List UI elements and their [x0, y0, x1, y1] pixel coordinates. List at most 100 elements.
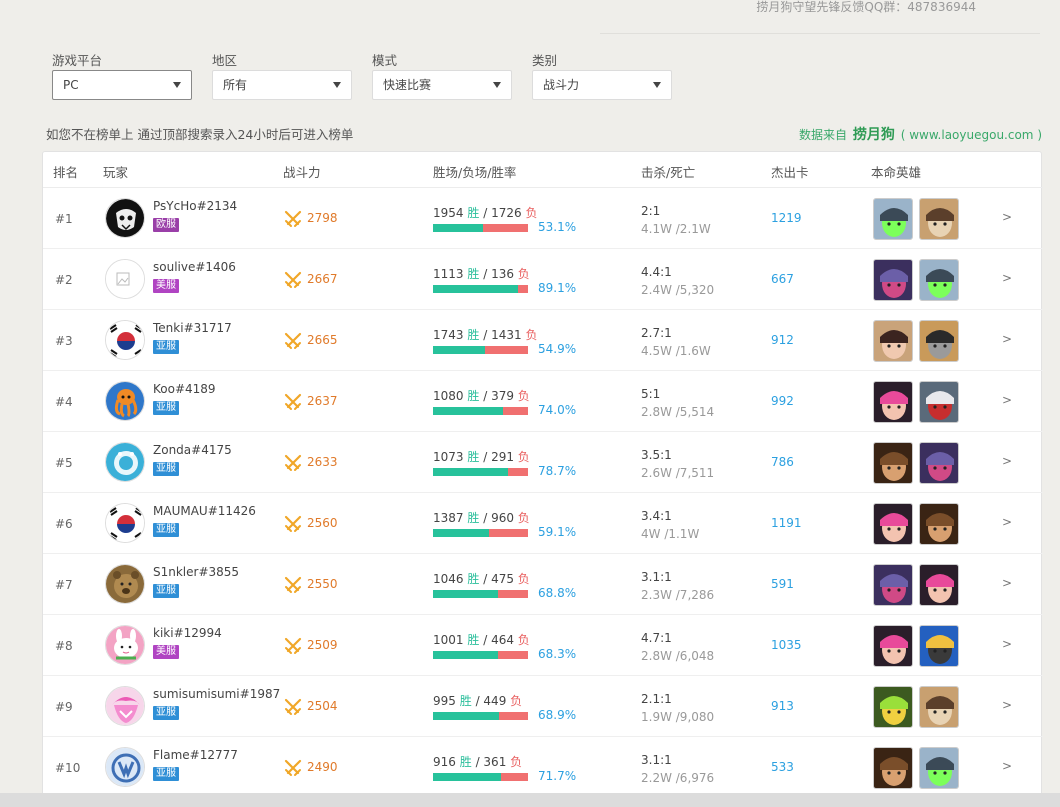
highlight-cards: 912: [771, 333, 794, 347]
table-row[interactable]: #5 Zonda#4175 亚服 2633 1073 胜 / 291 负 78.7% 3.5…: [43, 432, 1043, 493]
laoyuegou-logo: 捞月狗: [852, 127, 895, 143]
wins-count: 1743: [433, 328, 464, 342]
genji-hero-icon[interactable]: [873, 198, 913, 240]
player-name[interactable]: Koo#4189: [153, 382, 216, 396]
win-rate: 68.8%: [538, 586, 577, 600]
win-label: 胜: [459, 694, 472, 708]
table-row[interactable]: #7 S1nkler#3855 亚服 2550 1046 胜 / 475 负 68.8% 3…: [43, 554, 1043, 615]
category-select[interactable]: 战斗力: [532, 70, 672, 100]
crossed-swords-icon: [283, 392, 303, 412]
chevron-right-icon[interactable]: >: [1002, 210, 1012, 224]
filter-mode-label: 模式: [372, 53, 398, 68]
player-name[interactable]: PsYcHo#2134: [153, 199, 237, 213]
player-avatar[interactable]: [105, 381, 145, 421]
table-header: 排名 玩家 战斗力 胜场/负场/胜率 击杀/死亡 杰出卡 本命英雄: [43, 152, 1043, 188]
wins-count: 1001: [433, 633, 464, 647]
soldier76-hero-icon[interactable]: [919, 381, 959, 423]
genji-hero-icon[interactable]: [919, 747, 959, 789]
data-source-url[interactable]: ( www.laoyuegou.com ): [901, 128, 1042, 142]
win-rate-bar: [433, 407, 528, 415]
horizontal-scrollbar[interactable]: [0, 793, 1060, 807]
col-power: 战斗力: [283, 165, 321, 180]
table-row[interactable]: #2 soulive#1406 美服 2667 1113 胜 / 136 负 89.1% 4…: [43, 249, 1043, 310]
zarya-hero-icon[interactable]: [919, 564, 959, 606]
chevron-right-icon[interactable]: >: [1002, 515, 1012, 529]
filter-category-label: 类别: [532, 53, 558, 68]
chevron-right-icon[interactable]: >: [1002, 332, 1012, 346]
ranking-notice: 如您不在榜单上 通过顶部搜索录入24小时后可进入榜单: [46, 127, 354, 142]
mccree-hero-icon[interactable]: [919, 503, 959, 545]
wins-count: 1954: [433, 206, 464, 220]
junkrat-hero-icon[interactable]: [919, 320, 959, 362]
mode-select[interactable]: 快速比赛: [372, 70, 512, 100]
highlight-cards: 533: [771, 760, 794, 774]
player-avatar[interactable]: [105, 686, 145, 726]
data-source[interactable]: 数据来自 捞月狗 ( www.laoyuegou.com ): [799, 124, 1042, 144]
loss-label: 负: [517, 572, 530, 586]
player-name[interactable]: sumisumisumi#1987: [153, 687, 280, 701]
pharah-hero-icon[interactable]: [919, 625, 959, 667]
chevron-right-icon[interactable]: >: [1002, 393, 1012, 407]
dva-hero-icon[interactable]: [873, 320, 913, 362]
chevron-right-icon[interactable]: >: [1002, 454, 1012, 468]
zarya-hero-icon[interactable]: [873, 381, 913, 423]
platform-select[interactable]: PC: [52, 70, 192, 100]
player-avatar[interactable]: [105, 320, 145, 360]
lucio-hero-icon[interactable]: [873, 686, 913, 728]
highlight-cards: 1191: [771, 516, 802, 530]
widowmaker-hero-icon[interactable]: [873, 564, 913, 606]
main-heroes: [873, 442, 963, 484]
combat-power-value: 2637: [307, 394, 338, 408]
win-rate: 68.9%: [538, 708, 577, 722]
chevron-right-icon[interactable]: >: [1002, 576, 1012, 590]
player-avatar[interactable]: [105, 442, 145, 482]
mccree-hero-icon[interactable]: [873, 747, 913, 789]
widowmaker-hero-icon[interactable]: [873, 259, 913, 301]
chevron-right-icon[interactable]: >: [1002, 759, 1012, 773]
table-row[interactable]: #10 Flame#12777 亚服 2490 916 胜 / 361 负 71.7% 3.…: [43, 737, 1043, 798]
table-row[interactable]: #3 Tenki#31717 亚服 2665 1743 胜 / 1431 负 54.9% 2…: [43, 310, 1043, 371]
player-name[interactable]: S1nkler#3855: [153, 565, 239, 579]
kd-detail: 4W /1.1W: [641, 527, 700, 541]
player-avatar[interactable]: [105, 625, 145, 665]
zarya-hero-icon[interactable]: [873, 625, 913, 667]
player-name[interactable]: Tenki#31717: [153, 321, 232, 335]
table-row[interactable]: #6 MAUMAU#11426 亚服 2560 1387 胜 / 960 负 59.1% 3…: [43, 493, 1043, 554]
zarya-hero-icon[interactable]: [873, 503, 913, 545]
table-row[interactable]: #9 sumisumisumi#1987 亚服 2504 995 胜 / 449 负 68…: [43, 676, 1043, 737]
roadhog-hero-icon[interactable]: [919, 686, 959, 728]
player-avatar[interactable]: [105, 503, 145, 543]
kd-ratio: 3.1:1: [641, 753, 672, 767]
genji-hero-icon[interactable]: [919, 259, 959, 301]
player-name[interactable]: Zonda#4175: [153, 443, 232, 457]
chevron-right-icon[interactable]: >: [1002, 271, 1012, 285]
player-name[interactable]: soulive#1406: [153, 260, 236, 274]
player-avatar[interactable]: [105, 564, 145, 604]
table-row[interactable]: #4 Koo#4189 亚服 2637 1080 胜 / 379 负 74.0% 5:1 2.…: [43, 371, 1043, 432]
player-name[interactable]: kiki#12994: [153, 626, 222, 640]
loss-label: 负: [510, 755, 523, 769]
widowmaker-hero-icon[interactable]: [919, 442, 959, 484]
win-loss: 1743 胜 / 1431 负: [433, 328, 538, 342]
col-kd: 击杀/死亡: [641, 165, 696, 180]
chevron-right-icon[interactable]: >: [1002, 637, 1012, 651]
table-row[interactable]: #8 kiki#12994 美服 2509 1001 胜 / 464 负 68.3% 4.7…: [43, 615, 1043, 676]
notice-row: 如您不在榜单上 通过顶部搜索录入24小时后可进入榜单 数据来自 捞月狗 ( ww…: [46, 124, 1042, 144]
player-avatar[interactable]: [105, 747, 145, 787]
mccree-hero-icon[interactable]: [873, 442, 913, 484]
caret-down-icon: [333, 82, 341, 88]
region-select[interactable]: 所有: [212, 70, 352, 100]
chevron-right-icon[interactable]: >: [1002, 698, 1012, 712]
player-avatar[interactable]: [105, 259, 145, 299]
roadhog-hero-icon[interactable]: [919, 198, 959, 240]
player-name[interactable]: Flame#12777: [153, 748, 238, 762]
server-badge: 美服: [153, 279, 179, 293]
filter-category: 类别 战斗力: [532, 50, 672, 100]
highlight-cards: 786: [771, 455, 794, 469]
table-row[interactable]: #1 PsYcHo#2134 欧服 2798 1954 胜 / 1726 负 53.1% 2…: [43, 188, 1043, 249]
col-player: 玩家: [103, 165, 129, 180]
rank-number: #6: [55, 517, 73, 531]
player-avatar[interactable]: [105, 198, 145, 238]
player-name[interactable]: MAUMAU#11426: [153, 504, 256, 518]
rank-number: #8: [55, 639, 73, 653]
